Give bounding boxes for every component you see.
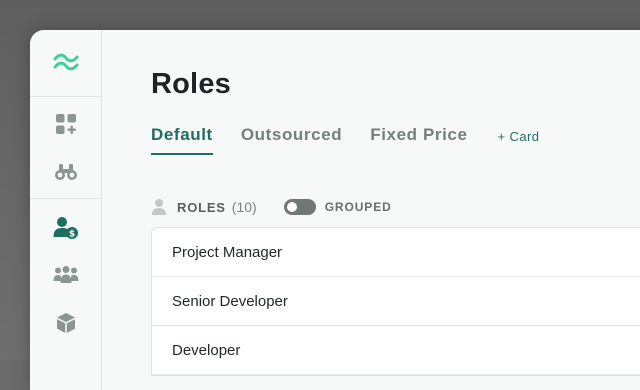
add-card-button[interactable]: + Card <box>498 129 540 144</box>
roles-title: ROLES <box>177 200 226 215</box>
app-window: $ Roles Default Outsourced <box>30 30 640 390</box>
tab-fixed-price[interactable]: Fixed Price <box>370 125 467 153</box>
list-item[interactable]: Project Manager <box>152 228 640 277</box>
logo-button[interactable] <box>30 45 102 81</box>
roles-header: ROLES (10) GROUPED <box>151 195 392 219</box>
grouped-label: GROUPED <box>325 200 392 214</box>
toggle-knob <box>287 202 297 212</box>
cube-icon <box>55 312 77 334</box>
grouped-toggle[interactable] <box>284 199 316 215</box>
tab-bar: Default Outsourced Fixed Price + Card <box>151 125 539 155</box>
svg-text:$: $ <box>69 230 75 240</box>
binoculars-icon <box>54 162 78 182</box>
sidebar-divider <box>30 198 102 199</box>
sidebar-item-products[interactable] <box>30 305 102 341</box>
sidebar-item-explore[interactable] <box>30 154 102 190</box>
user-dollar-icon: $ <box>53 216 79 240</box>
sidebar-divider <box>30 96 102 97</box>
main-content: Roles Default Outsourced Fixed Price + C… <box>103 30 640 390</box>
users-group-icon <box>53 265 79 285</box>
page-title: Roles <box>151 68 231 101</box>
list-item[interactable]: Developer <box>152 326 640 375</box>
sidebar: $ <box>30 30 102 390</box>
list-item[interactable]: Senior Developer <box>152 277 640 326</box>
tab-default[interactable]: Default <box>151 125 213 155</box>
widgets-add-icon <box>55 113 77 135</box>
sidebar-item-roles[interactable]: $ <box>30 210 102 246</box>
sidebar-item-dashboard[interactable] <box>30 106 102 142</box>
tab-outsourced[interactable]: Outsourced <box>241 125 342 153</box>
waves-logo-icon <box>53 52 79 74</box>
roles-count: (10) <box>232 199 257 215</box>
roles-list: Project Manager Senior Developer Develop… <box>151 227 640 376</box>
sidebar-item-team[interactable] <box>30 257 102 293</box>
user-icon <box>151 198 167 216</box>
